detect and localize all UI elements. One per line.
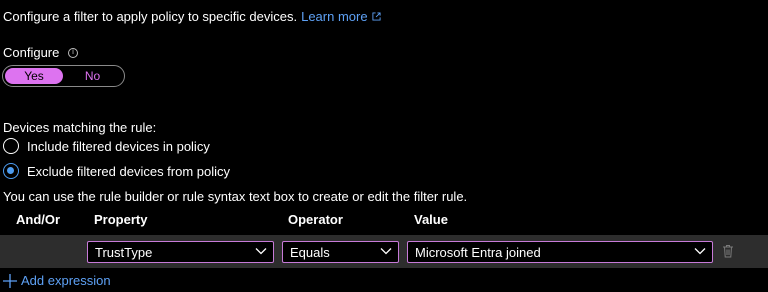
property-value: TrustType (95, 244, 153, 260)
configure-label: Configure (3, 45, 60, 60)
add-expression-label: Add expression (21, 273, 111, 288)
add-expression-button[interactable]: Add expression (3, 273, 111, 288)
rule-builder-hint: You can use the rule builder or rule syn… (3, 189, 468, 204)
toggle-no-option[interactable]: No (63, 69, 122, 83)
info-icon[interactable] (68, 47, 79, 58)
operator-value: Equals (290, 244, 330, 260)
radio-exclude[interactable]: Exclude filtered devices from policy (3, 163, 230, 179)
external-link-icon[interactable] (372, 12, 381, 21)
column-header-value: Value (414, 212, 448, 227)
radio-exclude-label: Exclude filtered devices from policy (27, 163, 231, 179)
filter-intro: Configure a filter to apply policy to sp… (3, 9, 381, 24)
toggle-yes-option[interactable]: Yes (5, 68, 63, 84)
column-header-andor: And/Or (16, 212, 61, 227)
value-value: Microsoft Entra joined (415, 244, 541, 260)
learn-more-link[interactable]: Learn more (301, 9, 367, 24)
value-select[interactable]: Microsoft Entra joined (407, 241, 713, 263)
property-select[interactable]: TrustType (87, 241, 274, 263)
chevron-down-icon (380, 248, 392, 255)
chevron-down-icon (694, 248, 706, 255)
devices-matching-label: Devices matching the rule: (3, 120, 157, 135)
delete-icon[interactable] (722, 244, 734, 258)
configure-row: Configure (3, 45, 79, 60)
chevron-down-icon (255, 248, 267, 255)
radio-unchecked-icon[interactable] (3, 138, 19, 154)
radio-include-label: Include filtered devices in policy (27, 138, 210, 154)
intro-text: Configure a filter to apply policy to sp… (3, 9, 298, 24)
plus-icon (3, 273, 17, 288)
configure-toggle[interactable]: Yes No (2, 65, 125, 87)
column-header-property: Property (94, 212, 148, 227)
radio-checked-icon[interactable] (3, 163, 19, 179)
operator-select[interactable]: Equals (282, 241, 399, 263)
column-header-operator: Operator (288, 212, 343, 227)
radio-include[interactable]: Include filtered devices in policy (3, 138, 210, 154)
